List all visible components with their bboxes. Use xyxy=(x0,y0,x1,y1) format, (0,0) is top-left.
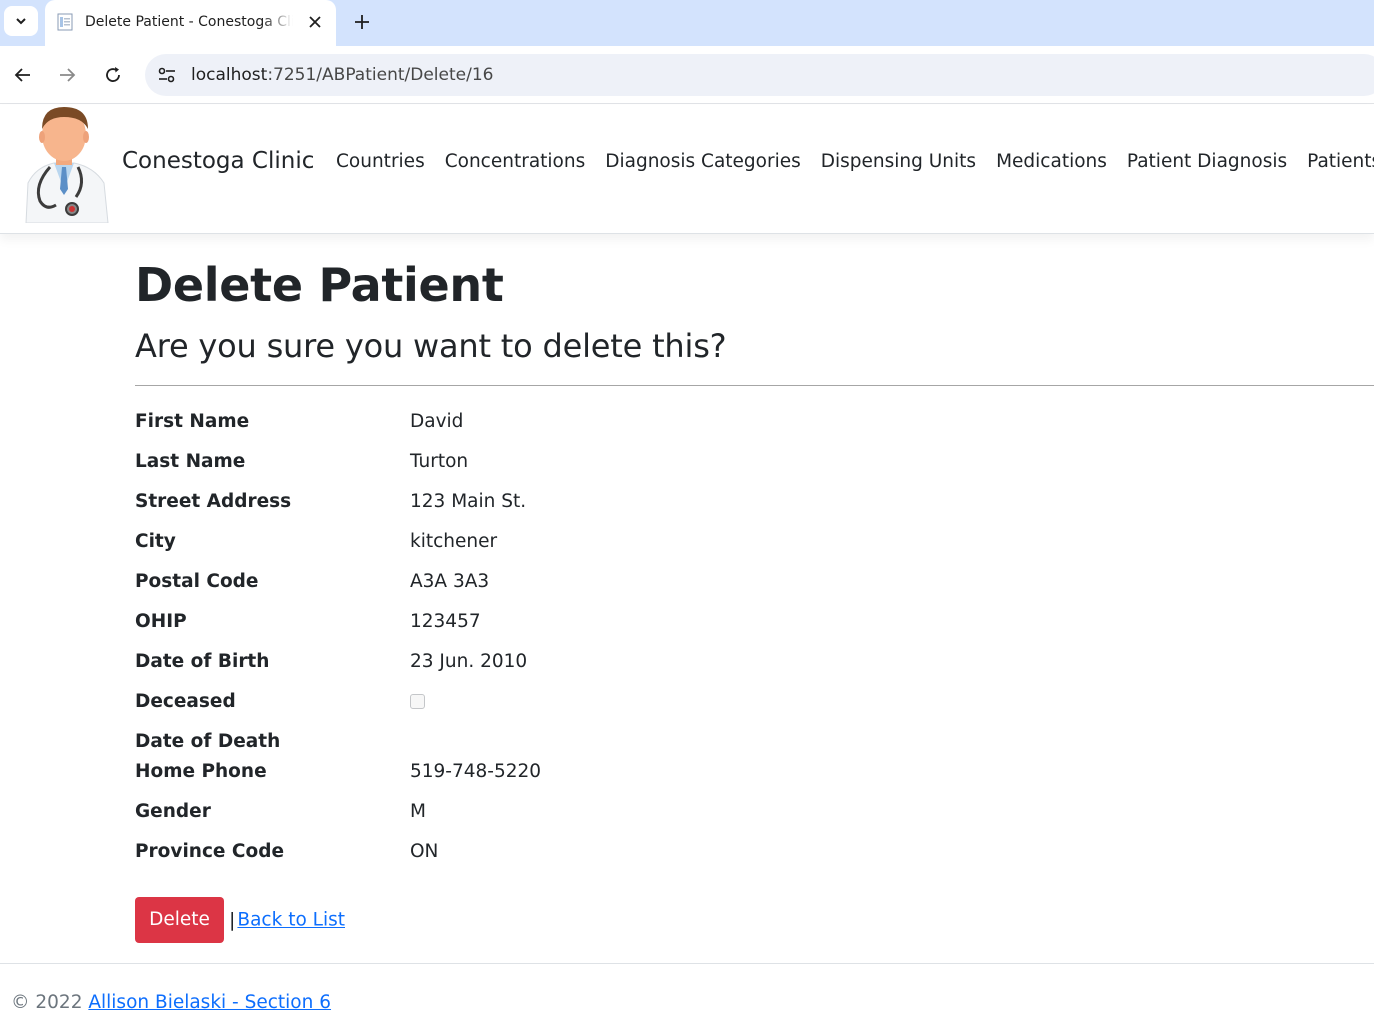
nav-link-medications[interactable]: Medications xyxy=(996,151,1107,172)
detail-row-gender: Gender M xyxy=(135,799,935,839)
detail-label: Date of Birth xyxy=(135,651,270,672)
detail-row-home-phone: Home Phone 519-748-5220 xyxy=(135,759,935,799)
detail-label: Deceased xyxy=(135,691,236,712)
delete-button[interactable]: Delete xyxy=(135,897,224,943)
detail-value: David xyxy=(410,411,464,432)
detail-row-province-code: Province Code ON xyxy=(135,839,935,879)
reload-button[interactable] xyxy=(100,62,126,88)
forward-button[interactable] xyxy=(54,62,80,88)
site-navbar: Conestoga Clinic Countries Concentration… xyxy=(0,105,1374,234)
detail-label: Gender xyxy=(135,801,211,822)
nav-link-patient-diagnosis[interactable]: Patient Diagnosis xyxy=(1127,151,1287,172)
detail-label: Last Name xyxy=(135,451,246,472)
confirm-question: Are you sure you want to delete this? xyxy=(135,327,727,365)
divider xyxy=(135,385,1374,386)
plus-icon xyxy=(355,15,369,29)
url-text[interactable]: localhost:7251/ABPatient/Delete/16 xyxy=(191,65,493,85)
detail-value: 123457 xyxy=(410,611,481,632)
detail-value: Turton xyxy=(410,451,469,472)
page-title: Delete Patient xyxy=(135,258,504,312)
detail-value: kitchener xyxy=(410,531,498,552)
detail-row-postal-code: Postal Code A3A 3A3 xyxy=(135,569,935,609)
site-footer: © 2022 Allison Bielaski - Section 6 xyxy=(0,963,1374,1027)
detail-value: 519-748-5220 xyxy=(410,761,542,782)
nav-link-patients[interactable]: Patients xyxy=(1307,151,1374,172)
detail-row-ohip: OHIP 123457 xyxy=(135,609,935,649)
browser-tab-bar: Delete Patient - Conestoga Clinic xyxy=(0,0,1374,46)
url-host: localhost xyxy=(191,65,268,85)
author-link[interactable]: Allison Bielaski - Section 6 xyxy=(88,992,331,1013)
url-path: :7251/ABPatient/Delete/16 xyxy=(267,65,494,85)
patient-details: First Name David Last Name Turton Street… xyxy=(135,409,935,879)
document-favicon-icon xyxy=(57,13,73,31)
form-actions: Delete | Back to List xyxy=(135,897,345,943)
site-brand[interactable]: Conestoga Clinic xyxy=(122,148,314,174)
detail-row-first-name: First Name David xyxy=(135,409,935,449)
arrow-right-icon xyxy=(60,68,76,82)
tab-title: Delete Patient - Conestoga Clinic xyxy=(85,14,293,30)
back-to-list-link[interactable]: Back to List xyxy=(237,910,345,931)
detail-label: City xyxy=(135,531,176,552)
detail-value: 123 Main St. xyxy=(410,491,527,512)
detail-label: Street Address xyxy=(135,491,292,512)
footer-text: © 2022 Allison Bielaski - Section 6 xyxy=(11,992,331,1013)
detail-label: Home Phone xyxy=(135,761,267,782)
new-tab-button[interactable] xyxy=(349,9,375,35)
close-icon xyxy=(309,16,321,28)
nav-link-diagnosis-categories[interactable]: Diagnosis Categories xyxy=(605,151,801,172)
copyright-text: © 2022 xyxy=(11,992,83,1013)
site-settings-icon xyxy=(158,67,175,83)
detail-value: 23 Jun. 2010 xyxy=(410,651,528,672)
action-separator: | xyxy=(229,909,236,931)
detail-label: Postal Code xyxy=(135,571,259,592)
arrow-left-icon xyxy=(14,68,30,82)
chevron-down-icon xyxy=(16,18,26,25)
detail-row-street-address: Street Address 123 Main St. xyxy=(135,489,935,529)
detail-row-date-of-death: Date of Death xyxy=(135,729,935,759)
deceased-checkbox xyxy=(410,694,425,709)
nav-link-concentrations[interactable]: Concentrations xyxy=(445,151,586,172)
detail-value: ON xyxy=(410,841,439,862)
tab-close-button[interactable] xyxy=(305,12,325,32)
browser-toolbar: localhost:7251/ABPatient/Delete/16 xyxy=(0,46,1374,104)
tab-search-button[interactable] xyxy=(4,6,38,36)
detail-label: Date of Death xyxy=(135,731,281,752)
detail-label: OHIP xyxy=(135,611,187,632)
detail-row-last-name: Last Name Turton xyxy=(135,449,935,489)
reload-icon xyxy=(106,67,120,82)
nav-link-dispensing-units[interactable]: Dispensing Units xyxy=(821,151,976,172)
browser-tab-active[interactable]: Delete Patient - Conestoga Clinic xyxy=(45,0,336,46)
nav-link-countries[interactable]: Countries xyxy=(336,151,425,172)
detail-row-deceased: Deceased xyxy=(135,689,935,729)
main-nav: Countries Concentrations Diagnosis Categ… xyxy=(336,151,1374,172)
detail-value: A3A 3A3 xyxy=(410,571,490,592)
detail-label: Province Code xyxy=(135,841,284,862)
detail-label: First Name xyxy=(135,411,250,432)
detail-value: M xyxy=(410,801,426,822)
back-button[interactable] xyxy=(10,62,36,88)
detail-row-city: City kitchener xyxy=(135,529,935,569)
address-bar[interactable]: localhost:7251/ABPatient/Delete/16 xyxy=(145,54,1374,96)
detail-row-date-of-birth: Date of Birth 23 Jun. 2010 xyxy=(135,649,935,689)
doctor-logo-icon[interactable] xyxy=(16,105,112,223)
